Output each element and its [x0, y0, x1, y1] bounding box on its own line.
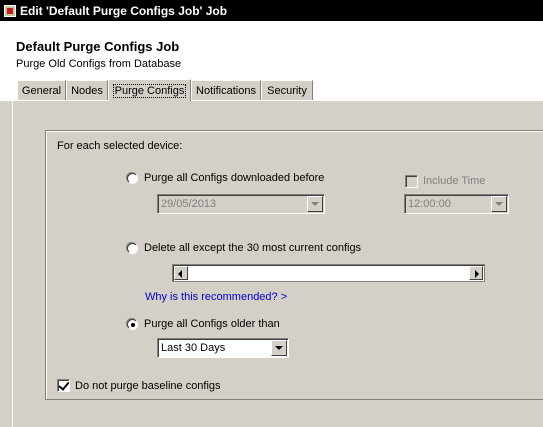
purge-period-combo[interactable]: Last 30 Days — [157, 338, 289, 358]
combo-value: 29/05/2013 — [161, 198, 217, 210]
why-recommended-link[interactable]: Why is this recommended? > — [145, 291, 287, 303]
arrow-left-icon[interactable] — [174, 266, 188, 280]
app-icon — [4, 4, 16, 17]
purge-date-combo[interactable]: 29/05/2013 — [157, 194, 325, 214]
purge-before-label: Purge all Configs downloaded before — [144, 172, 325, 184]
title-bar: Edit 'Default Purge Configs Job' Job — [0, 0, 543, 21]
baseline-checkbox[interactable] — [57, 379, 70, 392]
chevron-down-icon[interactable] — [491, 196, 507, 212]
config-count-slider[interactable] — [172, 264, 485, 282]
combo-value: 12:00:00 — [408, 198, 451, 210]
tab-security[interactable]: Security — [261, 80, 313, 100]
intro-text: For each selected device: — [57, 140, 183, 152]
tab-notifications[interactable]: Notifications — [191, 80, 261, 100]
purge-before-radio[interactable] — [127, 173, 138, 184]
combo-value: Last 30 Days — [161, 342, 226, 354]
tab-label: General — [21, 84, 62, 97]
job-description: Purge Old Configs from Database — [16, 58, 182, 70]
window-title: Edit 'Default Purge Configs Job' Job — [20, 3, 228, 18]
tab-nodes[interactable]: Nodes — [66, 80, 108, 100]
delete-except-label: Delete all except the 30 most current co… — [144, 242, 362, 254]
chevron-down-icon[interactable] — [307, 196, 323, 212]
tab-purge-configs[interactable]: Purge Configs — [108, 79, 191, 101]
tab-label: Nodes — [71, 84, 103, 97]
arrow-right-icon[interactable] — [469, 266, 483, 280]
tab-label: Notifications — [196, 84, 256, 97]
job-name: Default Purge Configs Job — [16, 39, 180, 54]
tab-label: Purge Configs — [112, 83, 187, 98]
delete-except-radio[interactable] — [127, 243, 138, 254]
include-time-combo[interactable]: 12:00:00 — [404, 194, 509, 214]
tab-label: Security — [267, 84, 307, 97]
baseline-label: Do not purge baseline configs — [75, 380, 221, 392]
purge-older-radio[interactable] — [127, 319, 138, 330]
chevron-down-icon[interactable] — [271, 340, 287, 356]
include-time-checkbox[interactable] — [405, 175, 418, 188]
purge-older-label: Purge all Configs older than — [144, 318, 280, 330]
header-area: Default Purge Configs Job Purge Old Conf… — [0, 21, 543, 83]
include-time-label: Include Time — [423, 175, 486, 187]
tab-general[interactable]: General — [17, 80, 66, 100]
